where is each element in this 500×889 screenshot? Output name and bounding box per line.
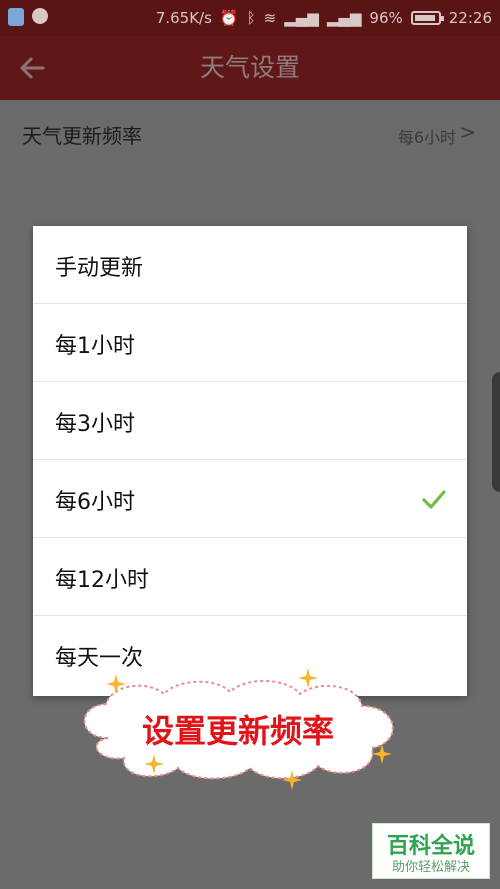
option-1-hour[interactable]: 每1小时: [33, 304, 467, 382]
signal-2-icon: ▂▄▆: [326, 9, 362, 27]
option-label: 每3小时: [55, 412, 135, 437]
sparkle-icon: [298, 668, 318, 688]
option-6-hours[interactable]: 每6小时: [33, 460, 467, 538]
network-speed: 7.65K/s: [155, 9, 212, 27]
system-indicators: 7.65K/s ⏰ ᛒ ≋ ▂▄▆ ▂▄▆ 96% 22:26: [156, 9, 492, 27]
signal-icon: ▂▄▆: [284, 9, 319, 27]
bluetooth-icon: ᛒ: [246, 9, 256, 27]
chevron-right-icon: >: [459, 120, 476, 144]
option-label: 每1小时: [55, 334, 135, 359]
status-bar: 7.65K/s ⏰ ᛒ ≋ ▂▄▆ ▂▄▆ 96% 22:26: [0, 0, 500, 36]
annotation-text: 设置更新频率: [141, 712, 334, 750]
setting-label: 天气更新频率: [22, 124, 142, 148]
app-bar: 天气设置: [0, 36, 500, 100]
option-label: 每6小时: [55, 490, 135, 515]
clock: 22:26: [448, 9, 492, 27]
security-shield-icon: [8, 8, 24, 26]
option-label: 每12小时: [55, 568, 149, 593]
battery-icon: [410, 11, 444, 25]
page-title: 天气设置: [199, 53, 300, 82]
option-3-hours[interactable]: 每3小时: [33, 382, 467, 460]
qq-app-icon: [32, 8, 48, 24]
notification-icons: [8, 8, 48, 26]
edge-drawer-handle[interactable]: [492, 372, 500, 492]
option-label: 手动更新: [55, 256, 144, 281]
battery-percent: 96%: [369, 9, 403, 27]
option-manual[interactable]: 手动更新: [33, 226, 467, 304]
setting-value: 每6小时: [397, 128, 456, 147]
back-arrow-icon[interactable]: [14, 50, 50, 86]
watermark-subtitle: 助你轻松解决: [391, 860, 470, 875]
watermark-logo: 百科全说 助你轻松解决: [372, 823, 490, 879]
settings-row-update-frequency[interactable]: 天气更新频率 每6小时 >: [0, 100, 500, 168]
option-12-hours[interactable]: 每12小时: [33, 538, 467, 616]
sparkle-icon: [372, 744, 392, 764]
sparkle-icon: [144, 754, 164, 774]
sparkle-icon: [106, 674, 126, 694]
option-label: 每天一次: [55, 646, 144, 671]
wifi-icon: ≋: [263, 9, 277, 27]
frequency-dialog: 手动更新 每1小时 每3小时 每6小时 每12小时 每天一次: [33, 226, 467, 696]
checkmark-icon: [422, 490, 446, 509]
sparkle-icon: [282, 770, 302, 790]
alarm-icon: ⏰: [219, 9, 239, 27]
